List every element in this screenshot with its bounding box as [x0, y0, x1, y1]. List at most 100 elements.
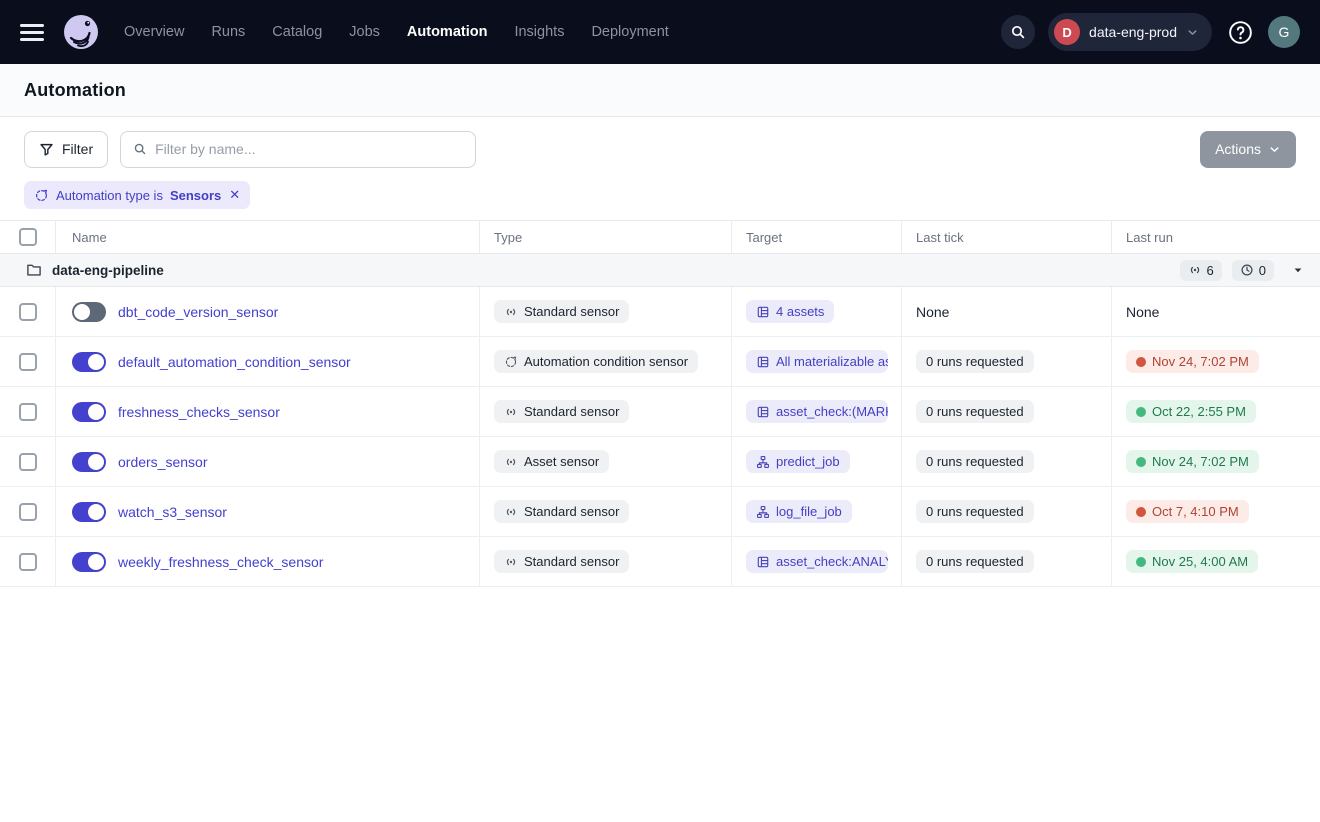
target-label: asset_check:(MARK: [776, 404, 888, 419]
target-pill[interactable]: All materializable as: [746, 350, 888, 373]
type-cell: Automation condition sensor: [480, 337, 732, 386]
collapse-caret-icon[interactable]: [1292, 264, 1304, 276]
table-row: freshness_checks_sensor Standard sensor as…: [0, 387, 1320, 437]
last-run-cell: Oct 22, 2:55 PM: [1112, 387, 1320, 436]
user-avatar[interactable]: G: [1268, 16, 1300, 48]
row-checkbox[interactable]: [19, 553, 37, 571]
repo-group-row[interactable]: data-eng-pipeline 6 0: [0, 254, 1320, 287]
sensor-icon: [504, 405, 518, 419]
last-run-pill[interactable]: Oct 7, 4:10 PM: [1126, 500, 1249, 523]
sensor-name-link[interactable]: weekly_freshness_check_sensor: [118, 554, 323, 570]
funnel-icon: [39, 142, 54, 157]
target-cell: predict_job: [732, 437, 902, 486]
last-run-pill[interactable]: Nov 24, 7:02 PM: [1126, 350, 1259, 373]
last-tick-cell: 0 runs requested: [902, 387, 1112, 436]
schedule-count: 0: [1259, 263, 1266, 278]
target-pill[interactable]: predict_job: [746, 450, 850, 473]
sensor-toggle[interactable]: [72, 402, 106, 422]
help-icon[interactable]: [1225, 17, 1255, 47]
sensor-toggle[interactable]: [72, 302, 106, 322]
last-run-pill[interactable]: Nov 25, 4:00 AM: [1126, 550, 1258, 573]
name-filter-input[interactable]: [155, 141, 463, 157]
sensor-type-label: Standard sensor: [524, 554, 619, 569]
target-pill[interactable]: asset_check:ANALY: [746, 550, 888, 573]
table-row: default_automation_condition_sensor Autom…: [0, 337, 1320, 387]
target-pill[interactable]: asset_check:(MARK: [746, 400, 888, 423]
last-run-pill[interactable]: Nov 24, 7:02 PM: [1126, 450, 1259, 473]
table-body: dbt_code_version_sensor Standard sensor 4 …: [0, 287, 1320, 587]
sensor-count: 6: [1207, 263, 1214, 278]
search-icon[interactable]: [1001, 15, 1035, 49]
sensor-icon: [504, 505, 518, 519]
col-target: Target: [732, 221, 902, 253]
last-tick-cell: 0 runs requested: [902, 537, 1112, 586]
name-filter-field: [120, 131, 476, 168]
row-checkbox[interactable]: [19, 503, 37, 521]
chevron-down-icon: [1268, 143, 1281, 156]
nav-right-cluster: D data-eng-prod G: [1001, 13, 1300, 51]
last-run-label: Oct 22, 2:55 PM: [1152, 404, 1246, 419]
sensor-name-link[interactable]: freshness_checks_sensor: [118, 404, 280, 420]
last-run-label: Oct 7, 4:10 PM: [1152, 504, 1239, 519]
workspace-switcher[interactable]: D data-eng-prod: [1048, 13, 1212, 51]
name-cell: orders_sensor: [56, 437, 480, 486]
filter-tag-automation-type[interactable]: Automation type is Sensors ✕: [24, 181, 250, 209]
row-checkbox[interactable]: [19, 403, 37, 421]
nav-jobs[interactable]: Jobs: [349, 24, 380, 40]
sensor-toggle[interactable]: [72, 552, 106, 572]
select-all-checkbox[interactable]: [19, 228, 37, 246]
actions-button[interactable]: Actions: [1200, 131, 1296, 168]
sensor-icon: [504, 305, 518, 319]
row-checkbox[interactable]: [19, 453, 37, 471]
sensor-toggle[interactable]: [72, 502, 106, 522]
last-tick-pill: 0 runs requested: [916, 550, 1034, 573]
table-row: dbt_code_version_sensor Standard sensor 4 …: [0, 287, 1320, 337]
sensor-name-link[interactable]: default_automation_condition_sensor: [118, 354, 351, 370]
row-checkbox-cell: [0, 387, 56, 436]
table-header: Name Type Target Last tick Last run: [0, 221, 1320, 254]
target-pill[interactable]: log_file_job: [746, 500, 852, 523]
last-tick-pill: 0 runs requested: [916, 350, 1034, 373]
job-icon: [756, 455, 770, 469]
nav-deployment[interactable]: Deployment: [591, 24, 668, 40]
sensor-toggle[interactable]: [72, 352, 106, 372]
type-cell: Standard sensor: [480, 287, 732, 336]
toggle-knob: [88, 504, 104, 520]
nav-overview[interactable]: Overview: [124, 24, 184, 40]
name-cell: weekly_freshness_check_sensor: [56, 537, 480, 586]
sensor-type-pill: Standard sensor: [494, 550, 629, 573]
nav-runs[interactable]: Runs: [211, 24, 245, 40]
target-cell: log_file_job: [732, 487, 902, 536]
sensor-name-link[interactable]: dbt_code_version_sensor: [118, 304, 278, 320]
name-cell: watch_s3_sensor: [56, 487, 480, 536]
sensor-toggle[interactable]: [72, 452, 106, 472]
sensor-type-pill: Asset sensor: [494, 450, 609, 473]
toggle-knob: [88, 554, 104, 570]
sensor-icon: [1188, 263, 1202, 277]
nav-automation[interactable]: Automation: [407, 24, 488, 40]
row-checkbox[interactable]: [19, 303, 37, 321]
repo-group-name: data-eng-pipeline: [52, 263, 164, 278]
sensor-name-link[interactable]: watch_s3_sensor: [118, 504, 227, 520]
schedule-count-badge: 0: [1232, 260, 1274, 281]
row-checkbox[interactable]: [19, 353, 37, 371]
dagster-logo-icon[interactable]: [60, 11, 102, 53]
target-pill[interactable]: 4 assets: [746, 300, 834, 323]
nav-insights[interactable]: Insights: [514, 24, 564, 40]
last-run-pill[interactable]: Oct 22, 2:55 PM: [1126, 400, 1256, 423]
job-icon: [756, 505, 770, 519]
last-run-cell: Oct 7, 4:10 PM: [1112, 487, 1320, 536]
col-last-run: Last run: [1112, 221, 1320, 253]
target-label: predict_job: [776, 454, 840, 469]
run-status-dot: [1136, 557, 1146, 567]
row-checkbox-cell: [0, 487, 56, 536]
primary-nav: Overview Runs Catalog Jobs Automation In…: [124, 24, 669, 40]
nav-catalog[interactable]: Catalog: [272, 24, 322, 40]
type-cell: Standard sensor: [480, 387, 732, 436]
row-checkbox-cell: [0, 287, 56, 336]
hamburger-menu-icon[interactable]: [20, 19, 46, 45]
sensor-name-link[interactable]: orders_sensor: [118, 454, 208, 470]
close-icon[interactable]: ✕: [229, 187, 240, 203]
sensor-count-badge: 6: [1180, 260, 1222, 281]
filter-button[interactable]: Filter: [24, 131, 108, 168]
